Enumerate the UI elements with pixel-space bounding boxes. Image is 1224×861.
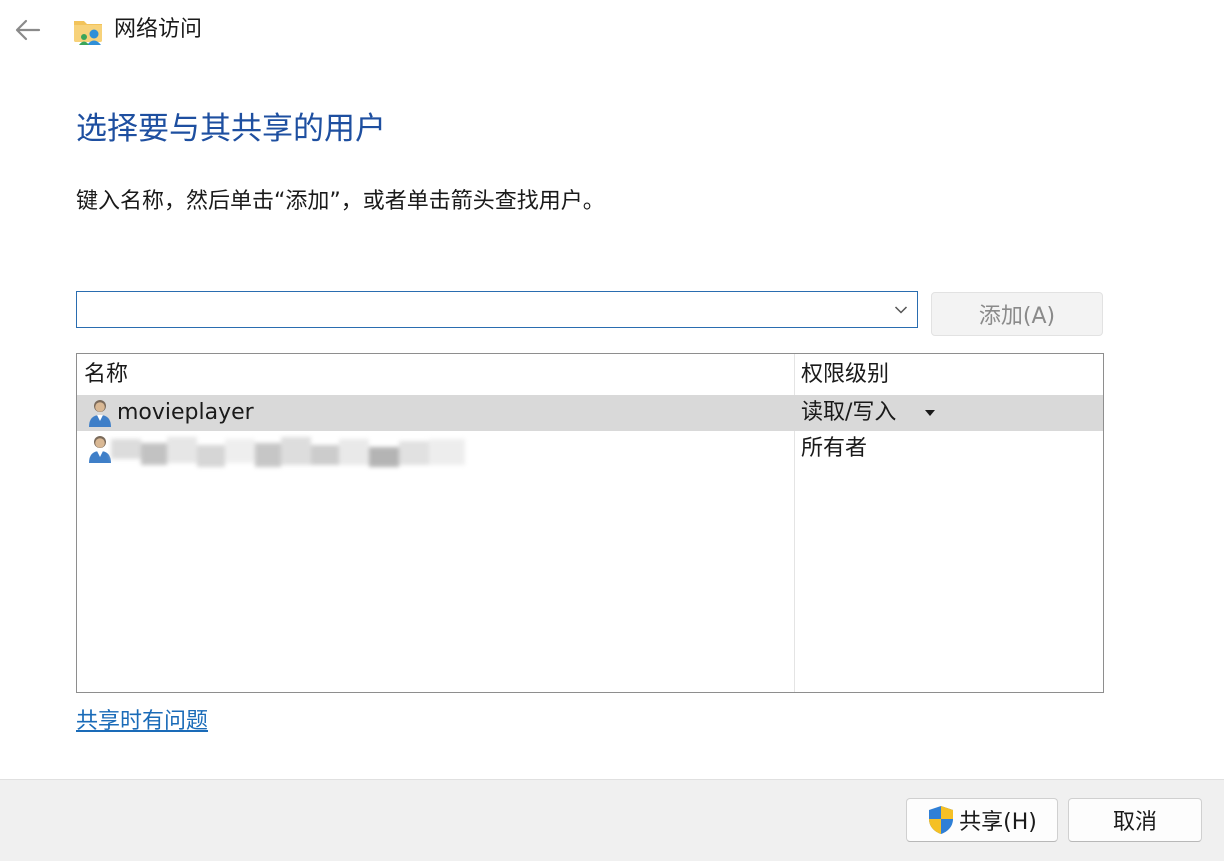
permission-level[interactable]: 读取/写入 bbox=[801, 397, 896, 429]
network-access-window: 网络访问 选择要与其共享的用户 键入名称，然后单击“添加”，或者单击箭头查找用户… bbox=[0, 0, 1224, 861]
redacted-user-name bbox=[111, 437, 465, 467]
caret-down-icon bbox=[925, 410, 935, 416]
table-row[interactable]: movieplayer 读取/写入 bbox=[77, 395, 1103, 431]
back-button[interactable] bbox=[12, 14, 44, 46]
user-list[interactable]: 名称 权限级别 movieplayer 读取/写入 所有者 bbox=[76, 353, 1104, 693]
back-arrow-icon bbox=[15, 19, 41, 41]
uac-shield-icon bbox=[929, 806, 954, 834]
window-title: 网络访问 bbox=[114, 17, 203, 42]
cancel-button[interactable]: 取消 bbox=[1068, 798, 1202, 842]
list-header: 名称 权限级别 bbox=[77, 354, 1103, 394]
user-name-input[interactable] bbox=[83, 296, 877, 325]
user-combobox[interactable] bbox=[76, 291, 918, 328]
permission-level: 所有者 bbox=[801, 436, 868, 461]
share-button-label: 共享(H) bbox=[959, 810, 1037, 835]
share-button[interactable]: 共享(H) bbox=[906, 798, 1058, 842]
instruction-text: 键入名称，然后单击“添加”，或者单击箭头查找用户。 bbox=[76, 189, 605, 214]
combo-dropdown-button[interactable] bbox=[891, 300, 911, 320]
sharing-help-link[interactable]: 共享时有问题 bbox=[76, 706, 208, 738]
user-icon bbox=[89, 400, 111, 427]
column-header-permission[interactable]: 权限级别 bbox=[801, 360, 889, 390]
chevron-down-icon bbox=[894, 306, 908, 314]
add-button[interactable]: 添加(A) bbox=[931, 292, 1103, 336]
column-header-name[interactable]: 名称 bbox=[84, 360, 128, 390]
dialog-footer: 共享(H) 取消 bbox=[0, 779, 1224, 861]
page-title: 选择要与其共享的用户 bbox=[76, 111, 386, 147]
table-row[interactable]: 所有者 bbox=[77, 431, 1103, 467]
user-name: movieplayer bbox=[117, 400, 254, 425]
permission-dropdown-button[interactable] bbox=[923, 406, 937, 420]
network-folder-icon bbox=[74, 21, 102, 45]
